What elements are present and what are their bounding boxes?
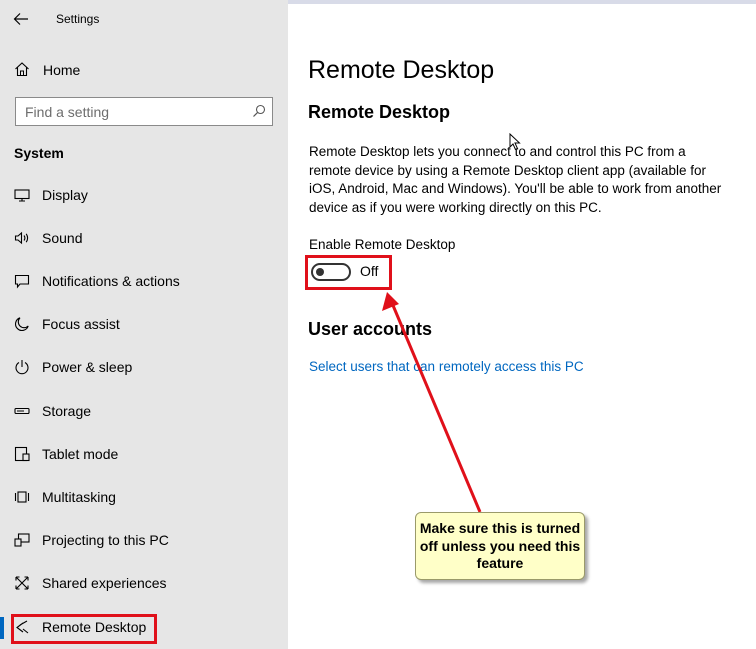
sidebar-item-label: Power & sleep — [42, 359, 133, 375]
select-users-link[interactable]: Select users that can remotely access th… — [309, 359, 584, 374]
display-icon — [14, 189, 30, 202]
user-accounts-title: User accounts — [308, 319, 433, 339]
sidebar-item-sound[interactable]: Sound — [0, 222, 288, 254]
app-title: Settings — [56, 12, 100, 26]
sidebar-item-focus-assist[interactable]: Focus assist — [0, 308, 288, 340]
sidebar-item-label: Home — [43, 62, 81, 78]
search-input[interactable] — [16, 98, 244, 125]
sidebar-item-label: Sound — [42, 230, 83, 246]
annotation-callout: Make sure this is turned off unless you … — [415, 512, 585, 580]
remote-desktop-highlight-box — [11, 614, 157, 644]
power-icon — [15, 360, 29, 375]
sidebar-item-power-sleep[interactable]: Power & sleep — [0, 351, 288, 383]
home-icon — [15, 62, 29, 77]
enable-remote-desktop-label: Enable Remote Desktop — [309, 237, 456, 252]
sidebar-item-home[interactable]: Home — [0, 54, 288, 84]
notifications-icon — [14, 274, 30, 289]
mouse-cursor-icon — [509, 133, 521, 151]
sidebar-item-label: Tablet mode — [42, 446, 119, 462]
sidebar-item-notifications[interactable]: Notifications & actions — [0, 265, 288, 297]
sidebar-item-label: Multitasking — [42, 489, 116, 505]
sidebar-item-label: Storage — [42, 403, 92, 419]
sidebar-item-display[interactable]: Display — [0, 179, 288, 211]
search-box — [15, 97, 273, 126]
sidebar-item-multitasking[interactable]: Multitasking — [0, 481, 288, 513]
tablet-icon — [14, 446, 30, 462]
shared-icon — [15, 576, 29, 590]
sidebar-item-label: Notifications & actions — [42, 273, 180, 289]
sidebar-item-label: Projecting to this PC — [42, 532, 169, 548]
sidebar-item-projecting[interactable]: Projecting to this PC — [0, 524, 288, 556]
search-icon[interactable] — [252, 104, 266, 118]
section-label-system: System — [14, 145, 64, 161]
sidebar-item-storage[interactable]: Storage — [0, 395, 288, 427]
moon-icon — [14, 317, 29, 332]
page-title: Remote Desktop — [308, 56, 495, 84]
sidebar-item-shared-experiences[interactable]: Shared experiences — [0, 567, 288, 599]
sound-icon — [14, 231, 29, 245]
toggle-highlight-box — [305, 255, 392, 290]
sidebar: Settings Home System Display Sound — [0, 0, 288, 649]
sidebar-header: Settings — [0, 4, 288, 36]
sidebar-item-label: Shared experiences — [42, 575, 167, 591]
description-text: Remote Desktop lets you connect to and c… — [309, 144, 722, 215]
sidebar-item-label: Display — [42, 187, 88, 203]
sidebar-item-label: Focus assist — [42, 316, 120, 332]
multitasking-icon — [14, 491, 30, 503]
storage-icon — [14, 407, 30, 415]
projecting-icon — [14, 533, 30, 547]
active-indicator — [0, 617, 4, 639]
section-title: Remote Desktop — [308, 102, 451, 122]
sidebar-item-tablet-mode[interactable]: Tablet mode — [0, 438, 288, 470]
back-arrow-icon[interactable] — [13, 12, 29, 26]
